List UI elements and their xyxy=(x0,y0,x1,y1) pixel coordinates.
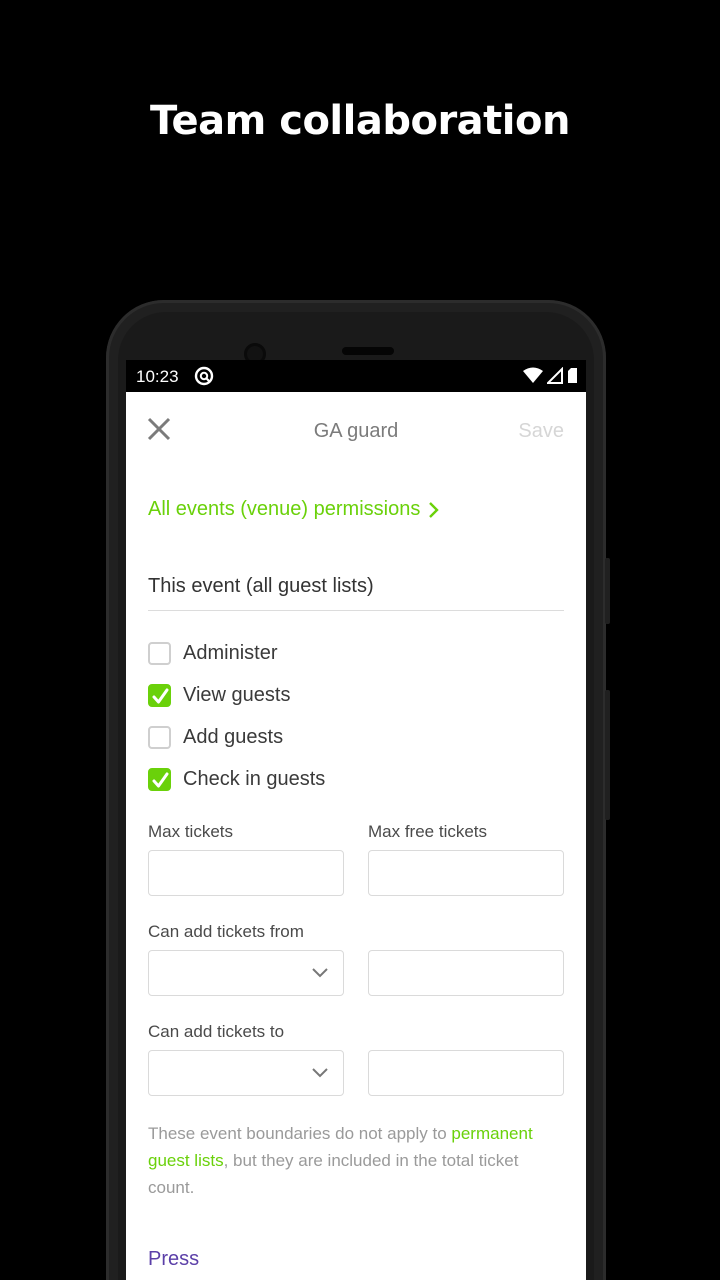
chevron-right-icon xyxy=(429,501,440,518)
signal-icon xyxy=(547,367,563,384)
max-tickets-input[interactable] xyxy=(149,851,343,895)
chevron-down-icon xyxy=(312,968,328,978)
app-notification-icon xyxy=(194,366,214,386)
add-from-label: Can add tickets from xyxy=(148,922,304,941)
power-button xyxy=(605,690,610,820)
press-section-title: Press xyxy=(148,1248,200,1270)
headline: Team collaboration xyxy=(150,98,570,144)
add-to-dropdown[interactable] xyxy=(148,1050,344,1096)
permission-add-guests[interactable]: Add guests xyxy=(148,726,283,749)
add-from-dropdown[interactable] xyxy=(148,950,344,996)
max-free-tickets-field[interactable] xyxy=(368,850,564,896)
max-free-tickets-label: Max free tickets xyxy=(368,822,488,841)
venue-permissions-link[interactable]: All events (venue) permissions xyxy=(148,498,440,521)
add-guests-checkbox[interactable] xyxy=(148,726,171,749)
add-to-value-input[interactable] xyxy=(369,1051,563,1095)
checkmark-icon xyxy=(152,772,169,788)
add-from-value-field[interactable] xyxy=(368,950,564,996)
volume-button xyxy=(605,558,610,624)
permission-label: Administer xyxy=(183,642,278,664)
administer-checkbox[interactable] xyxy=(148,642,171,665)
permission-label: Add guests xyxy=(183,726,284,748)
earpiece-speaker xyxy=(342,347,394,355)
venue-permissions-label: All events (venue) permissions xyxy=(148,498,421,520)
section-title: This event (all guest lists) xyxy=(148,575,374,597)
page-title: GA guard xyxy=(313,420,399,442)
view-guests-checkbox[interactable] xyxy=(148,684,171,707)
checkmark-icon xyxy=(152,688,169,704)
max-free-tickets-input[interactable] xyxy=(369,851,563,895)
wifi-icon xyxy=(523,367,543,383)
permission-administer[interactable]: Administer xyxy=(148,642,277,665)
app-bar: GA guard Save xyxy=(126,392,586,468)
add-from-value-input[interactable] xyxy=(369,951,563,995)
permission-label: Check in guests xyxy=(183,768,326,790)
status-icons xyxy=(523,367,578,384)
check-in-guests-checkbox[interactable] xyxy=(148,768,171,791)
divider xyxy=(148,610,564,611)
app-screen: 10:23 GA guard Save All events (venue) p xyxy=(126,360,586,1280)
battery-icon xyxy=(568,368,577,383)
permission-label: View guests xyxy=(183,684,291,706)
max-tickets-field[interactable] xyxy=(148,850,344,896)
max-tickets-label: Max tickets xyxy=(148,822,234,841)
chevron-down-icon xyxy=(312,1068,328,1078)
permission-check-in-guests[interactable]: Check in guests xyxy=(148,768,325,791)
add-to-label: Can add tickets to xyxy=(148,1022,285,1041)
permission-view-guests[interactable]: View guests xyxy=(148,684,290,707)
note-text: These event boundaries do not apply to xyxy=(148,1124,452,1143)
boundaries-note: These event boundaries do not apply to p… xyxy=(148,1120,564,1201)
status-time: 10:23 xyxy=(136,367,179,386)
save-button[interactable]: Save xyxy=(518,420,564,443)
add-to-value-field[interactable] xyxy=(368,1050,564,1096)
status-bar: 10:23 xyxy=(126,360,586,392)
